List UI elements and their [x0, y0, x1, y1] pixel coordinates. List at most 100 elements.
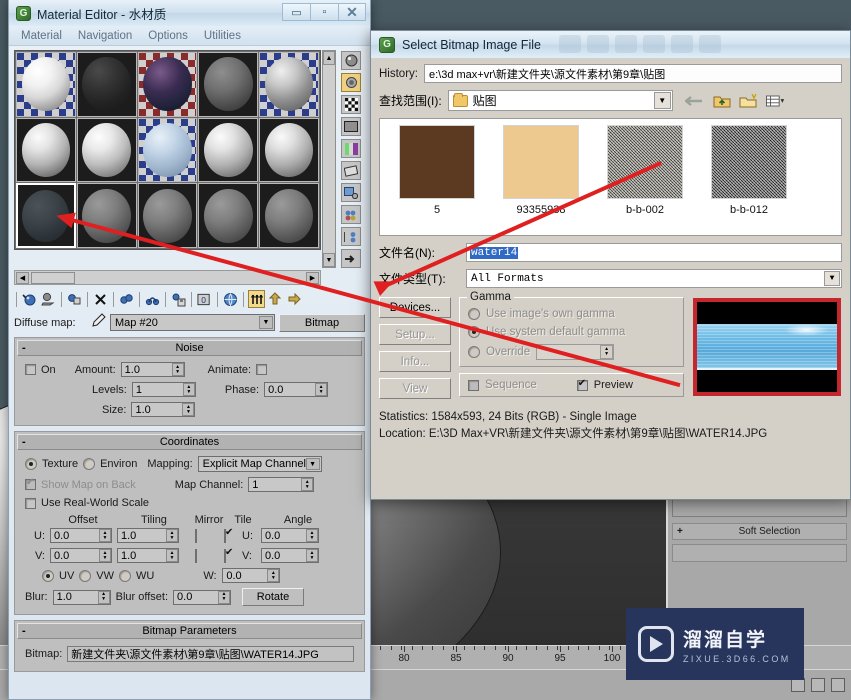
go-to-parent-icon[interactable]: [267, 290, 284, 308]
view-list-icon[interactable]: [765, 91, 786, 110]
material-editor-menubar[interactable]: Material Navigation Options Utilities: [9, 26, 370, 46]
up-folder-icon[interactable]: [712, 91, 732, 110]
scroll-down-icon[interactable]: ▼: [323, 253, 335, 267]
radio-override-gamma[interactable]: [468, 346, 480, 358]
blur-offset-field[interactable]: 0.0 ▲ ▼: [173, 589, 232, 605]
go-forward-to-sibling-icon[interactable]: [286, 290, 303, 308]
chevron-down-icon[interactable]: ▼: [259, 316, 273, 329]
offset-u-field[interactable]: 0.0 ▲ ▼: [50, 528, 112, 543]
angle-snap-icon[interactable]: [811, 678, 825, 692]
noise-levels-field[interactable]: 1 ▲ ▼: [131, 382, 196, 397]
diffuse-map-combo[interactable]: Map #20 ▼: [110, 314, 275, 331]
coordinates-rollout-header[interactable]: - Coordinates: [17, 434, 362, 450]
sample-slot-12[interactable]: [76, 183, 137, 248]
sample-slot-4[interactable]: [198, 52, 259, 117]
close-button[interactable]: ✕: [338, 3, 366, 21]
gamma-override-field[interactable]: ▲ ▼: [536, 344, 615, 360]
use-real-world-scale-checkbox[interactable]: [25, 497, 36, 509]
scroll-up-icon[interactable]: ▲: [323, 51, 335, 65]
setup-button[interactable]: Setup...: [379, 324, 451, 345]
offset-v-field[interactable]: 0.0 ▲ ▼: [50, 548, 112, 563]
bitmap-dialog-titlebar[interactable]: G Select Bitmap Image File: [371, 31, 850, 58]
percent-snap-icon[interactable]: [831, 678, 845, 692]
spinner-icon[interactable]: ▲ ▼: [99, 529, 111, 542]
chevron-down-icon[interactable]: ▼: [305, 458, 320, 470]
mapping-combo[interactable]: Explicit Map Channel ▼: [197, 456, 322, 472]
spinner-icon[interactable]: ▲ ▼: [166, 549, 178, 562]
material-effects-channel-icon[interactable]: 0: [196, 290, 213, 308]
bitmap-path-button[interactable]: 新建文件夹\源文件素材\第9章\贴图\WATER14.JPG: [67, 646, 354, 662]
gamma-option-own[interactable]: Use image's own gamma: [468, 308, 675, 320]
soft-selection-rollout[interactable]: + Soft Selection: [672, 523, 847, 540]
lookin-combo[interactable]: 贴图 ▼: [447, 90, 673, 111]
select-bitmap-dialog[interactable]: G Select Bitmap Image File History: e:\3…: [370, 30, 851, 500]
options-icon[interactable]: [341, 183, 361, 202]
noise-animate-checkbox[interactable]: [256, 364, 268, 375]
preview-option[interactable]: Preview: [576, 378, 633, 391]
scroll-right-icon[interactable]: ▶: [306, 271, 319, 284]
filename-input[interactable]: water14: [466, 243, 842, 262]
history-field[interactable]: e:\3d max+vr\新建文件夹\源文件素材\第9章\贴图: [423, 64, 842, 83]
spinner-icon[interactable]: ▲ ▼: [267, 569, 280, 582]
chevron-down-icon[interactable]: ▼: [824, 271, 840, 286]
sample-slot-10[interactable]: [259, 117, 319, 183]
devices-button[interactable]: Devices...: [379, 297, 451, 318]
spinner-icon[interactable]: ▲ ▼: [218, 590, 231, 604]
sample-slot-14[interactable]: [198, 183, 259, 248]
radio-own-gamma[interactable]: [468, 308, 480, 320]
material-editor-toolbar[interactable]: 0: [14, 288, 365, 310]
gamma-option-override[interactable]: Override ▲ ▼: [468, 344, 675, 360]
sample-slot-grid[interactable]: [14, 50, 321, 250]
eyedropper-icon[interactable]: [90, 313, 106, 332]
spinner-icon[interactable]: ▲ ▼: [182, 383, 195, 396]
tile-v-checkbox[interactable]: [224, 548, 226, 563]
uv-radio[interactable]: [42, 569, 54, 582]
mirror-u-checkbox[interactable]: [195, 528, 197, 543]
spinner-icon[interactable]: ▲ ▼: [97, 590, 110, 604]
angle-u-field[interactable]: 0.0 ▲ ▼: [261, 528, 319, 543]
sequence-checkbox[interactable]: [468, 379, 479, 391]
noise-amount-field[interactable]: 1.0 ▲ ▼: [120, 362, 185, 377]
sample-slot-9[interactable]: [198, 117, 259, 183]
texture-radio[interactable]: [25, 458, 37, 470]
spinner-icon[interactable]: ▲ ▼: [182, 403, 195, 416]
menu-item-utilities[interactable]: Utilities: [204, 30, 241, 42]
collapse-icon[interactable]: -: [22, 436, 26, 448]
background-checker-icon[interactable]: [341, 95, 361, 114]
noise-size-field[interactable]: 1.0 ▲ ▼: [131, 402, 196, 417]
collapse-icon[interactable]: -: [22, 342, 26, 354]
material-editor-side-toolbar[interactable]: [338, 50, 364, 268]
file-list-item[interactable]: b-b-002: [604, 125, 686, 216]
spinner-icon[interactable]: ▲ ▼: [301, 478, 314, 491]
show-end-result-icon[interactable]: [248, 290, 265, 308]
maximize-button[interactable]: ▫: [310, 3, 338, 21]
map-type-button[interactable]: Bitmap: [279, 313, 365, 332]
chevron-down-icon[interactable]: ▼: [653, 92, 671, 109]
material-editor-window[interactable]: G Material Editor - 水材质 ▭ ▫ ✕ Material N…: [8, 0, 371, 700]
tiling-u-field[interactable]: 1.0 ▲ ▼: [117, 528, 179, 543]
diffuse-map-row[interactable]: Diffuse map: Map #20 ▼ Bitmap: [14, 313, 365, 332]
minimize-button[interactable]: ▭: [282, 3, 310, 21]
snap-toggle-icon[interactable]: [791, 678, 805, 692]
file-list-item[interactable]: 93355938: [500, 125, 582, 216]
sample-slot-2[interactable]: [76, 52, 137, 117]
radio-system-gamma[interactable]: [468, 326, 480, 338]
show-map-on-back-checkbox[interactable]: [25, 477, 36, 490]
put-material-to-scene-icon[interactable]: [40, 290, 57, 308]
video-color-check-icon[interactable]: [341, 139, 361, 158]
sample-slot-11[interactable]: [16, 183, 76, 248]
view-button[interactable]: View: [379, 378, 451, 399]
sample-uv-tiling-icon[interactable]: [341, 117, 361, 136]
menu-item-options[interactable]: Options: [148, 30, 188, 42]
mirror-v-checkbox[interactable]: [195, 548, 197, 563]
gamma-option-system[interactable]: Use system default gamma: [468, 326, 675, 338]
sample-type-sphere-icon[interactable]: [341, 51, 361, 70]
collapse-icon[interactable]: -: [22, 625, 26, 637]
sample-slot-6[interactable]: [16, 117, 76, 183]
reset-map-icon[interactable]: [92, 290, 109, 308]
material-by-object-icon[interactable]: [341, 205, 361, 224]
vw-radio[interactable]: [79, 569, 92, 582]
angle-w-field[interactable]: 0.0 ▲ ▼: [222, 568, 281, 583]
select-by-material-icon[interactable]: [341, 227, 361, 246]
info-button[interactable]: Info...: [379, 351, 451, 372]
